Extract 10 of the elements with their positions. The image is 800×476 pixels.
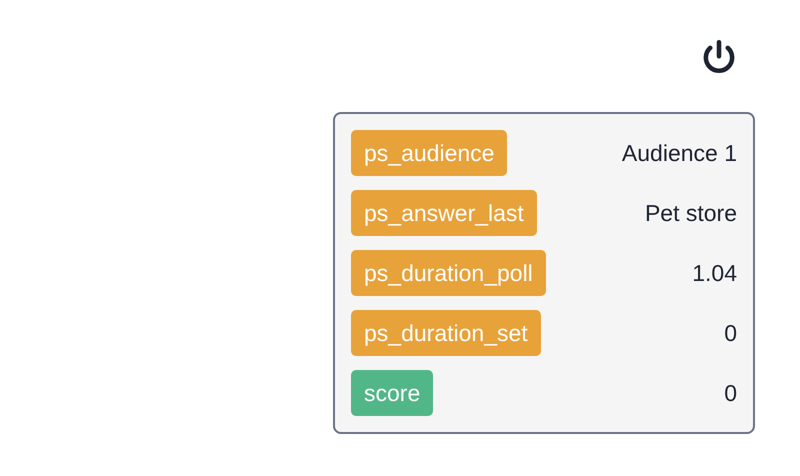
variable-tag: score [351,370,434,416]
variable-value: Audience 1 [622,140,737,166]
variable-tag: ps_audience [351,130,508,176]
variable-tag: ps_answer_last [351,190,537,236]
variable-value: 0 [724,320,737,346]
variable-value: 0 [724,380,737,406]
variable-tag: ps_duration_set [351,310,541,356]
variable-value: Pet store [644,200,737,226]
variable-value: 1.04 [692,260,737,286]
variable-tag: ps_duration_poll [351,250,546,296]
